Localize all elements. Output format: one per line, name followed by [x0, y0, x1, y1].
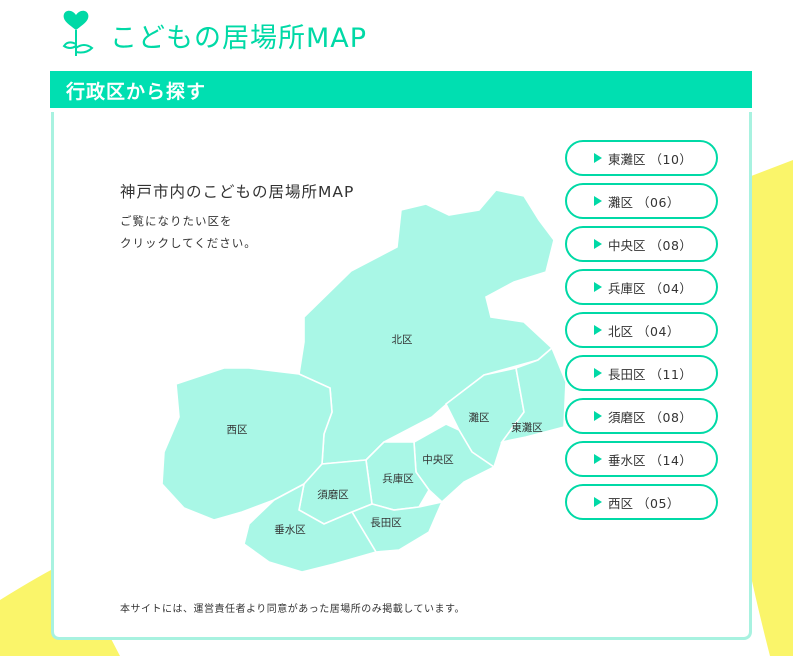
ward-button-label: 灘区 — [608, 194, 634, 210]
ward-button-tarumi[interactable]: 垂水区 （14） — [565, 441, 718, 477]
site-header: こどもの居場所MAP — [58, 8, 367, 63]
ward-button-label: 東灘区 — [608, 151, 646, 167]
map-label-higashinada: 東灘区 — [511, 421, 543, 434]
ward-button-hyogo[interactable]: 兵庫区 （04） — [565, 269, 718, 305]
triangle-right-icon — [594, 411, 602, 421]
triangle-right-icon — [594, 368, 602, 378]
ward-button-count: （04） — [649, 280, 693, 296]
map-label-chuo: 中央区 — [422, 453, 454, 466]
ward-button-label: 長田区 — [608, 366, 646, 382]
ward-button-label: 西区 — [608, 495, 634, 511]
ward-button-label: 須磨区 — [608, 409, 646, 425]
footer-note: 本サイトには、運営責任者より同意があった居場所のみ掲載しています。 — [120, 604, 465, 615]
map-label-tarumi: 垂水区 — [274, 524, 306, 536]
map-panel: 北区 西区 灘区 東灘区 中央区 兵庫区 須磨区 長田区 垂水区 神戸市内のこど… — [51, 112, 752, 640]
map-label-nagata: 長田区 — [370, 517, 402, 529]
ward-button-count: （05） — [637, 495, 680, 511]
section-header: 行政区から探す — [50, 71, 752, 108]
ward-button-nagata[interactable]: 長田区 （11） — [565, 355, 718, 391]
map-label-nishi: 西区 — [227, 424, 248, 436]
ward-button-chuo[interactable]: 中央区 （08） — [565, 226, 718, 262]
ward-button-label: 兵庫区 — [608, 280, 646, 296]
map-instruction-line2: クリックしてください。 — [120, 236, 257, 250]
heart-sprout-icon[interactable] — [58, 10, 100, 62]
ward-button-count: （08） — [649, 237, 693, 253]
map-label-suma: 須磨区 — [317, 489, 349, 501]
ward-button-higashinada[interactable]: 東灘区 （10） — [565, 140, 718, 176]
ward-button-count: （10） — [649, 151, 693, 167]
map-label-hyogo: 兵庫区 — [382, 472, 414, 485]
ward-button-count: （06） — [637, 194, 680, 210]
ward-button-nishi[interactable]: 西区 （05） — [565, 484, 718, 520]
ward-button-label: 垂水区 — [608, 452, 646, 468]
triangle-right-icon — [594, 282, 602, 292]
triangle-right-icon — [594, 454, 602, 464]
ward-button-count: （08） — [649, 409, 693, 425]
map-instruction-line1: ご覧になりたい区を — [120, 214, 233, 228]
triangle-right-icon — [594, 497, 602, 507]
triangle-right-icon — [594, 196, 602, 206]
section-title: 行政区から探す — [66, 81, 207, 103]
ward-button-label: 北区 — [608, 323, 634, 339]
ward-button-suma[interactable]: 須磨区 （08） — [565, 398, 718, 434]
ward-button-nada[interactable]: 灘区 （06） — [565, 183, 718, 219]
triangle-right-icon — [594, 325, 602, 335]
map-label-nada: 灘区 — [469, 411, 490, 424]
ward-button-label: 中央区 — [608, 237, 646, 253]
site-title[interactable]: こどもの居場所MAP — [110, 16, 367, 55]
ward-button-list: 東灘区 （10） 灘区 （06） 中央区 （08） 兵庫区 （04） 北区 （04） 長田… — [565, 140, 720, 527]
ward-button-count: （11） — [649, 366, 693, 382]
map-label-kita: 北区 — [392, 334, 413, 346]
triangle-right-icon — [594, 153, 602, 163]
triangle-right-icon — [594, 239, 602, 249]
ward-button-count: （14） — [649, 452, 693, 468]
map-title: 神戸市内のこどもの居場所MAP — [120, 183, 355, 201]
ward-button-kita[interactable]: 北区 （04） — [565, 312, 718, 348]
ward-button-count: （04） — [637, 323, 680, 339]
